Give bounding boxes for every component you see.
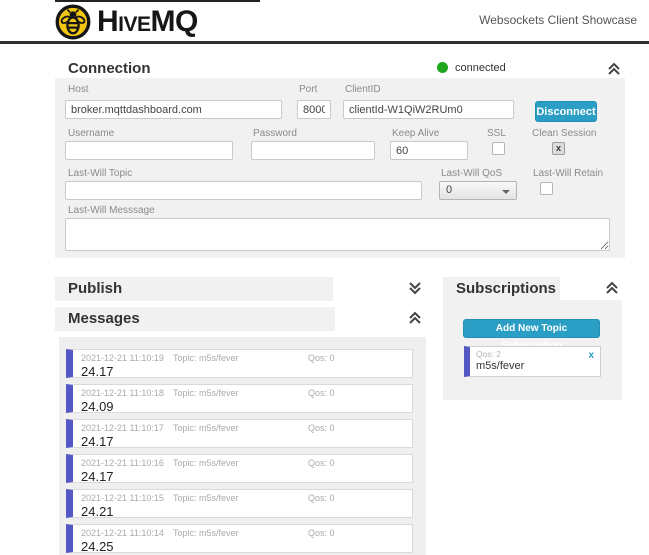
message-row[interactable]: 2021-12-21 11:10:18Topic: m5s/feverQos: … [66,384,413,413]
subscription-qos: Qos: 2 [476,349,594,359]
connection-title: Connection [68,60,151,77]
message-qos: Qos: 0 [308,458,335,468]
hivemq-bee-logo-icon [55,4,91,40]
ssl-checkbox[interactable] [492,142,505,155]
top-bar: HiveMQ Websockets Client Showcase [0,0,649,44]
message-topic: Topic: m5s/fever [173,353,308,363]
message-time: 2021-12-21 11:10:18 [81,388,173,398]
subscription-topic: m5s/fever [476,360,594,372]
message-qos: Qos: 0 [308,493,335,503]
message-payload: 24.17 [81,469,404,484]
password-input[interactable] [251,141,375,160]
message-time: 2021-12-21 11:10:17 [81,423,173,433]
lastwill-message-label: Last-Will Messsage [68,205,155,216]
lastwill-topic-input[interactable] [65,181,422,200]
remove-subscription-icon[interactable]: x [588,350,594,361]
status-label: connected [455,62,506,74]
port-input[interactable] [297,100,331,119]
ssl-label: SSL [487,128,506,139]
message-topic: Topic: m5s/fever [173,388,308,398]
lastwill-topic-label: Last-Will Topic [68,168,132,179]
message-row[interactable]: 2021-12-21 11:10:17Topic: m5s/feverQos: … [66,419,413,448]
disconnect-button[interactable]: Disconnect [535,101,597,122]
message-payload: 24.25 [81,539,404,554]
status-green-dot-icon [437,62,448,73]
lastwill-retain-checkbox[interactable] [540,182,553,195]
username-label: Username [68,128,114,139]
brand-wordmark: HiveMQ [97,2,198,42]
message-row[interactable]: 2021-12-21 11:10:15Topic: m5s/feverQos: … [66,489,413,518]
message-payload: 24.21 [81,504,404,519]
message-topic: Topic: m5s/fever [173,423,308,433]
message-row[interactable]: 2021-12-21 11:10:19Topic: m5s/feverQos: … [66,349,413,378]
message-topic: Topic: m5s/fever [173,528,308,538]
connection-collapse-icon[interactable] [606,61,622,77]
message-payload: 24.17 [81,364,404,379]
lastwill-qos-value: 0 [446,184,452,196]
clientid-input[interactable] [343,100,514,119]
message-time: 2021-12-21 11:10:15 [81,493,173,503]
messages-header[interactable]: Messages [55,307,335,331]
messages-list: 2021-12-21 11:10:19Topic: m5s/feverQos: … [59,337,426,555]
lastwill-retain-label: Last-Will Retain [533,168,603,179]
message-qos: Qos: 0 [308,423,335,433]
subscription-item: Qos: 2 x m5s/fever [464,346,601,377]
message-payload: 24.17 [81,434,404,449]
keepalive-label: Keep Alive [392,128,439,139]
message-time: 2021-12-21 11:10:16 [81,458,173,468]
publish-expand-icon[interactable] [407,280,423,296]
lastwill-message-textarea[interactable] [65,218,610,251]
host-label: Host [68,84,89,95]
message-row[interactable]: 2021-12-21 11:10:14Topic: m5s/feverQos: … [66,524,413,553]
messages-collapse-icon[interactable] [407,310,423,326]
chevron-down-icon [502,190,510,194]
hivemq-websocket-client: HiveMQ Websockets Client Showcase Connec… [0,0,649,555]
subscriptions-collapse-icon[interactable] [604,280,620,296]
username-input[interactable] [65,141,233,160]
add-subscription-button[interactable]: Add New Topic Subscription [463,319,600,338]
message-time: 2021-12-21 11:10:19 [81,353,173,363]
keepalive-input[interactable] [390,141,468,160]
message-time: 2021-12-21 11:10:14 [81,528,173,538]
host-input[interactable] [65,100,282,119]
connection-status: connected [437,57,537,78]
message-qos: Qos: 0 [308,388,335,398]
lastwill-qos-select[interactable]: 0 [439,181,517,200]
clean-session-label: Clean Session [532,128,596,139]
app-subtitle: Websockets Client Showcase [479,13,637,27]
message-qos: Qos: 0 [308,528,335,538]
password-label: Password [253,128,297,139]
clean-session-checkbox[interactable]: x [552,142,565,155]
clientid-label: ClientID [345,84,381,95]
message-payload: 24.09 [81,399,404,414]
message-row[interactable]: 2021-12-21 11:10:16Topic: m5s/feverQos: … [66,454,413,483]
message-topic: Topic: m5s/fever [173,458,308,468]
message-qos: Qos: 0 [308,353,335,363]
lastwill-qos-label: Last-Will QoS [441,168,502,179]
subscriptions-header[interactable]: Subscriptions [443,277,560,300]
connection-panel: Host Port ClientID Disconnect Username P… [55,78,625,258]
port-label: Port [299,84,317,95]
message-topic: Topic: m5s/fever [173,493,308,503]
publish-header[interactable]: Publish [55,277,333,301]
